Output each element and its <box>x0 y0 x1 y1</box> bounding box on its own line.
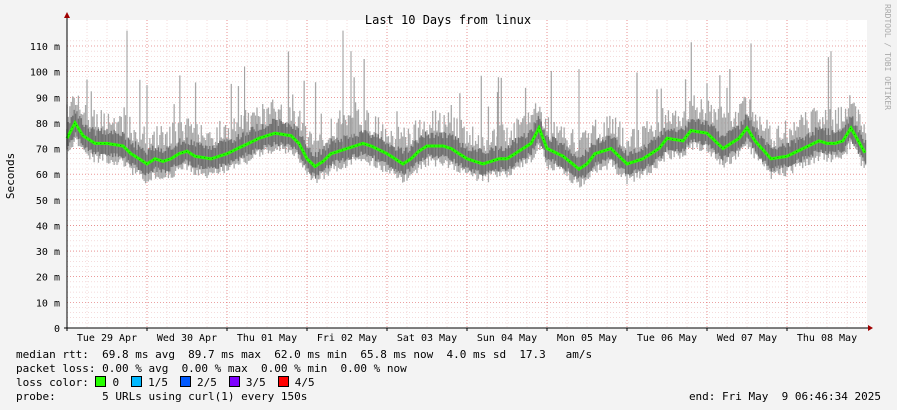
x-tick-label: Sun 04 May <box>477 333 537 344</box>
loss-color-item: 4/5 <box>277 376 315 389</box>
loss-color-item: 3/5 <box>228 376 266 389</box>
x-tick-label: Thu 01 May <box>237 333 297 344</box>
loss-color-text: 4/5 <box>294 376 315 389</box>
y-tick-label: 20 m <box>36 273 60 284</box>
x-tick-label: Thu 08 May <box>797 333 857 344</box>
y-tick-label: 100 m <box>30 68 60 79</box>
loss-color-text: 2/5 <box>196 376 217 389</box>
end-timestamp: end: Fri May 9 06:46:34 2025 <box>688 390 881 403</box>
loss-color-item: 2/5 <box>179 376 217 389</box>
y-tick-labels: 0 10 m 20 m 30 m 40 m 50 m 60 m 70 m 80 m 90 m 100… <box>30 42 60 335</box>
loss-color-text: 3/5 <box>245 376 266 389</box>
x-tick-label: Tue 06 May <box>637 333 697 344</box>
chart-title: Last 10 Days from linux <box>365 13 531 27</box>
loss-color-item: 0 <box>95 376 119 389</box>
y-tick-label: 90 m <box>36 93 60 104</box>
probe-summary: probe: 5 URLs using curl(1) every 150s <box>16 390 308 403</box>
x-tick-label: Wed 30 Apr <box>157 333 217 344</box>
rtt-chart: 0 10 m 20 m 30 m 40 m 50 m 60 m 70 m 80 m 90 m 100… <box>4 4 892 344</box>
x-axis-arrow <box>868 325 873 331</box>
loss-color-swatch <box>277 376 289 387</box>
x-tick-label: Sat 03 May <box>397 333 457 344</box>
packet-loss-summary: packet loss: 0.00 % avg 0.00 % max 0.00 … <box>16 362 407 375</box>
y-tick-label: 0 <box>54 324 60 335</box>
x-tick-label: Tue 29 Apr <box>77 333 137 344</box>
x-tick-label: Mon 05 May <box>557 333 617 344</box>
y-tick-label: 40 m <box>36 221 60 232</box>
y-tick-label: 10 m <box>36 298 60 309</box>
loss-color-text: 0 <box>112 376 120 389</box>
y-axis-label: Seconds <box>4 153 17 199</box>
loss-color-swatch <box>228 376 240 387</box>
x-tick-label: Wed 07 May <box>717 333 777 344</box>
y-tick-label: 30 m <box>36 247 60 258</box>
x-tick-labels: Tue 29 Apr Wed 30 Apr Thu 01 May Fri 02 May… <box>77 333 857 344</box>
median-rtt-summary: median rtt: 69.8 ms avg 89.7 ms max 62.0… <box>16 348 593 361</box>
y-axis-arrow <box>64 12 70 18</box>
y-tick-label: 110 m <box>30 42 60 53</box>
loss-color-swatch <box>131 376 143 387</box>
loss-color-label: loss color: <box>16 376 89 389</box>
loss-color-swatch <box>179 376 191 387</box>
loss-color-swatch <box>95 376 107 387</box>
loss-color-text: 1/5 <box>148 376 168 389</box>
y-tick-label: 80 m <box>36 119 60 130</box>
y-tick-label: 70 m <box>36 145 60 156</box>
y-tick-label: 60 m <box>36 170 60 181</box>
rrdtool-watermark: RRDTOOL / TOBI OETIKER <box>883 4 892 110</box>
loss-color-legend: loss color: 0 1/5 2/5 3/5 4/5 <box>16 376 327 390</box>
x-tick-label: Fri 02 May <box>317 333 377 344</box>
loss-color-item: 1/5 <box>131 376 168 389</box>
y-tick-label: 50 m <box>36 196 60 207</box>
